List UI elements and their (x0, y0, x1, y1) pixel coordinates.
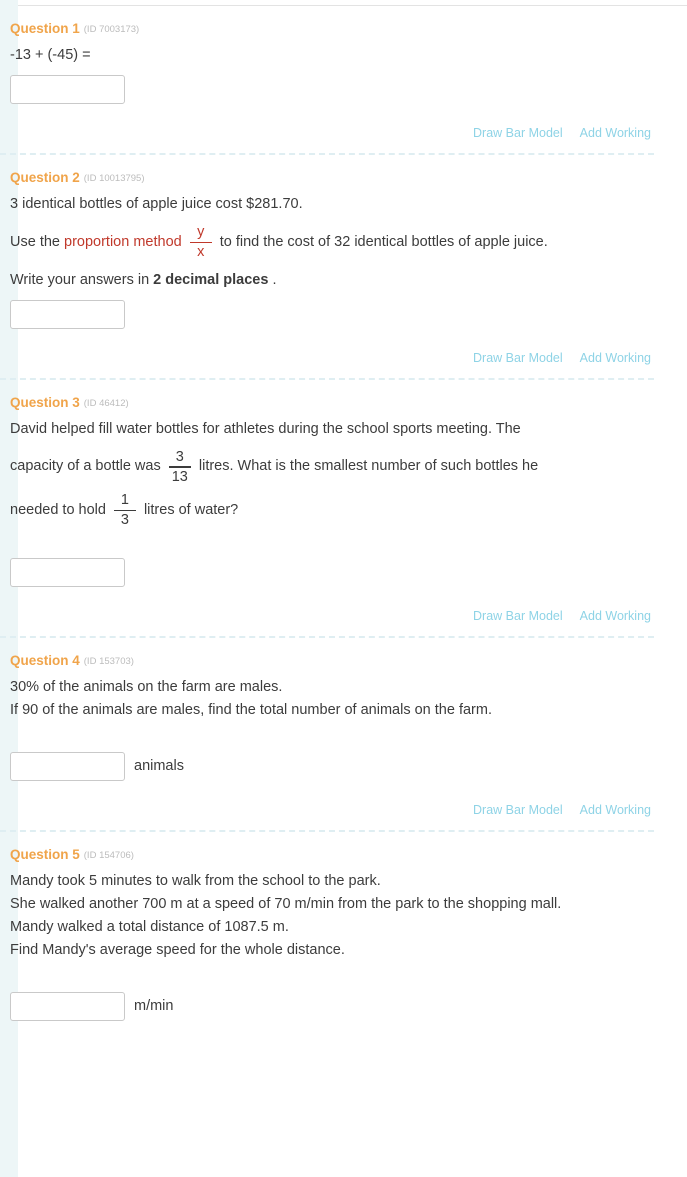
question-3-line-2-part-b: litres. What is the smallest number of s… (198, 458, 539, 475)
question-5-header: Question 5 (ID 154706) (10, 846, 655, 866)
question-3-answer-row (10, 557, 655, 587)
decimal-places-emphasis: 2 decimal places (153, 271, 269, 288)
question-card-4: Question 4 (ID 153703) 30% of the animals… (0, 638, 669, 830)
answer-input-5[interactable] (10, 991, 125, 1021)
question-2-line-2-part-a: Use the (10, 233, 60, 250)
draw-bar-model-link-1[interactable]: Draw Bar Model (473, 126, 563, 140)
question-5-line-4: Find Mandy's average speed for the whole… (10, 941, 345, 958)
question-3-line-2: capacity of a bottle was 3 13 litres. Wh… (10, 448, 655, 485)
answer-input-4[interactable] (10, 751, 125, 781)
question-card-3: Question 3 (ID 46412) David helped fill w… (0, 380, 669, 636)
fraction-numerator: y (197, 224, 205, 240)
question-3-header: Question 3 (ID 46412) (10, 394, 655, 414)
question-4-id: (ID 153703) (83, 655, 134, 667)
question-3-id: (ID 46412) (83, 397, 129, 409)
add-working-link-4[interactable]: Add Working (580, 803, 651, 817)
question-5-answer-row: m/min (10, 991, 655, 1021)
question-1-line-1: -13 + (-45) = (10, 47, 91, 63)
question-2-line-2-part-b: to find the cost of 32 identical bottles… (219, 233, 548, 250)
question-5-line-1: Mandy took 5 minutes to walk from the sc… (10, 872, 381, 889)
question-3-line-3-part-b: litres of water? (143, 501, 239, 518)
question-2-line-3: Write your answers in 2 decimal places . (10, 269, 655, 292)
question-2-line-1: 3 identical bottles of apple juice cost … (10, 196, 303, 212)
question-3-line-3-part-a: needed to hold (10, 501, 106, 518)
question-4-actions: Draw Bar Model Add Working (10, 803, 655, 817)
question-2-line-3-part-a: Write your answers in (10, 271, 150, 288)
question-3-actions: Draw Bar Model Add Working (10, 609, 655, 623)
add-working-link-3[interactable]: Add Working (580, 609, 651, 623)
fraction-numerator: 1 (120, 492, 129, 508)
question-2-title: Question 2 (10, 170, 80, 185)
fraction-denominator: 3 (120, 512, 129, 528)
question-2-actions: Draw Bar Model Add Working (10, 351, 655, 365)
question-1-actions: Draw Bar Model Add Working (10, 126, 655, 140)
answer-unit-4: animals (134, 758, 184, 774)
question-3-title: Question 3 (10, 394, 80, 410)
fraction-denominator: x (197, 244, 205, 260)
question-list: Question 1 (ID 7003173) -13 + (-45) = Dra… (0, 6, 669, 1021)
fraction-3-over-13: 3 13 (168, 448, 191, 485)
question-5-line-2: She walked another 700 m at a speed of 7… (10, 895, 562, 912)
question-2-line-2: Use the proportion method y x to find th… (10, 225, 655, 260)
question-4-title: Question 4 (10, 652, 80, 668)
question-4-body: 30% of the animals on the farm are males… (10, 676, 655, 722)
question-1-title: Question 1 (10, 21, 80, 36)
fraction-1-over-3: 1 3 (113, 492, 136, 528)
question-4-line-2: If 90 of the animals are males, find the… (10, 701, 492, 718)
question-5-body: Mandy took 5 minutes to walk from the sc… (10, 870, 655, 962)
add-working-link-2[interactable]: Add Working (580, 351, 651, 365)
fraction-numerator: 3 (175, 448, 184, 465)
question-card-2: Question 2 (ID 10013795) 3 identical bott… (0, 155, 669, 378)
question-5-line-3: Mandy walked a total distance of 1087.5 … (10, 918, 289, 935)
question-3-line-2-part-a: capacity of a bottle was (10, 458, 161, 475)
question-5-title: Question 5 (10, 846, 80, 862)
question-2-line-3-part-b: . (272, 271, 277, 288)
answer-unit-5: m/min (134, 998, 174, 1014)
question-4-header: Question 4 (ID 153703) (10, 652, 655, 672)
fraction-y-over-x: y x (189, 224, 212, 260)
question-2-header: Question 2 (ID 10013795) (10, 169, 655, 189)
question-3-body: David helped fill water bottles for athl… (10, 418, 655, 528)
question-3-line-1: David helped fill water bottles for athl… (10, 420, 521, 437)
draw-bar-model-link-3[interactable]: Draw Bar Model (473, 609, 563, 623)
draw-bar-model-link-2[interactable]: Draw Bar Model (473, 351, 563, 365)
question-4-answer-row: animals (10, 751, 655, 781)
question-1-header: Question 1 (ID 7003173) (10, 20, 655, 40)
proportion-method-highlight: proportion method (64, 233, 182, 250)
add-working-link-1[interactable]: Add Working (580, 126, 651, 140)
answer-input-2[interactable] (10, 299, 125, 329)
question-3-line-3: needed to hold 1 3 litres of water? (10, 493, 655, 528)
question-2-answer-row (10, 299, 655, 329)
question-5-id: (ID 154706) (83, 849, 134, 861)
answer-input-1[interactable] (10, 75, 125, 104)
answer-input-3[interactable] (10, 557, 125, 587)
question-card-5: Question 5 (ID 154706) Mandy took 5 minut… (0, 832, 669, 1021)
question-2-id: (ID 10013795) (83, 173, 145, 184)
question-4-line-1: 30% of the animals on the farm are males… (10, 678, 283, 695)
question-1-id: (ID 7003173) (83, 24, 140, 35)
question-card-1: Question 1 (ID 7003173) -13 + (-45) = Dra… (0, 6, 669, 153)
fraction-denominator: 13 (171, 468, 188, 485)
draw-bar-model-link-4[interactable]: Draw Bar Model (473, 803, 563, 817)
question-2-body: 3 identical bottles of apple juice cost … (10, 193, 655, 292)
question-1-body: -13 + (-45) = (10, 44, 655, 67)
question-1-answer-row (10, 75, 655, 104)
